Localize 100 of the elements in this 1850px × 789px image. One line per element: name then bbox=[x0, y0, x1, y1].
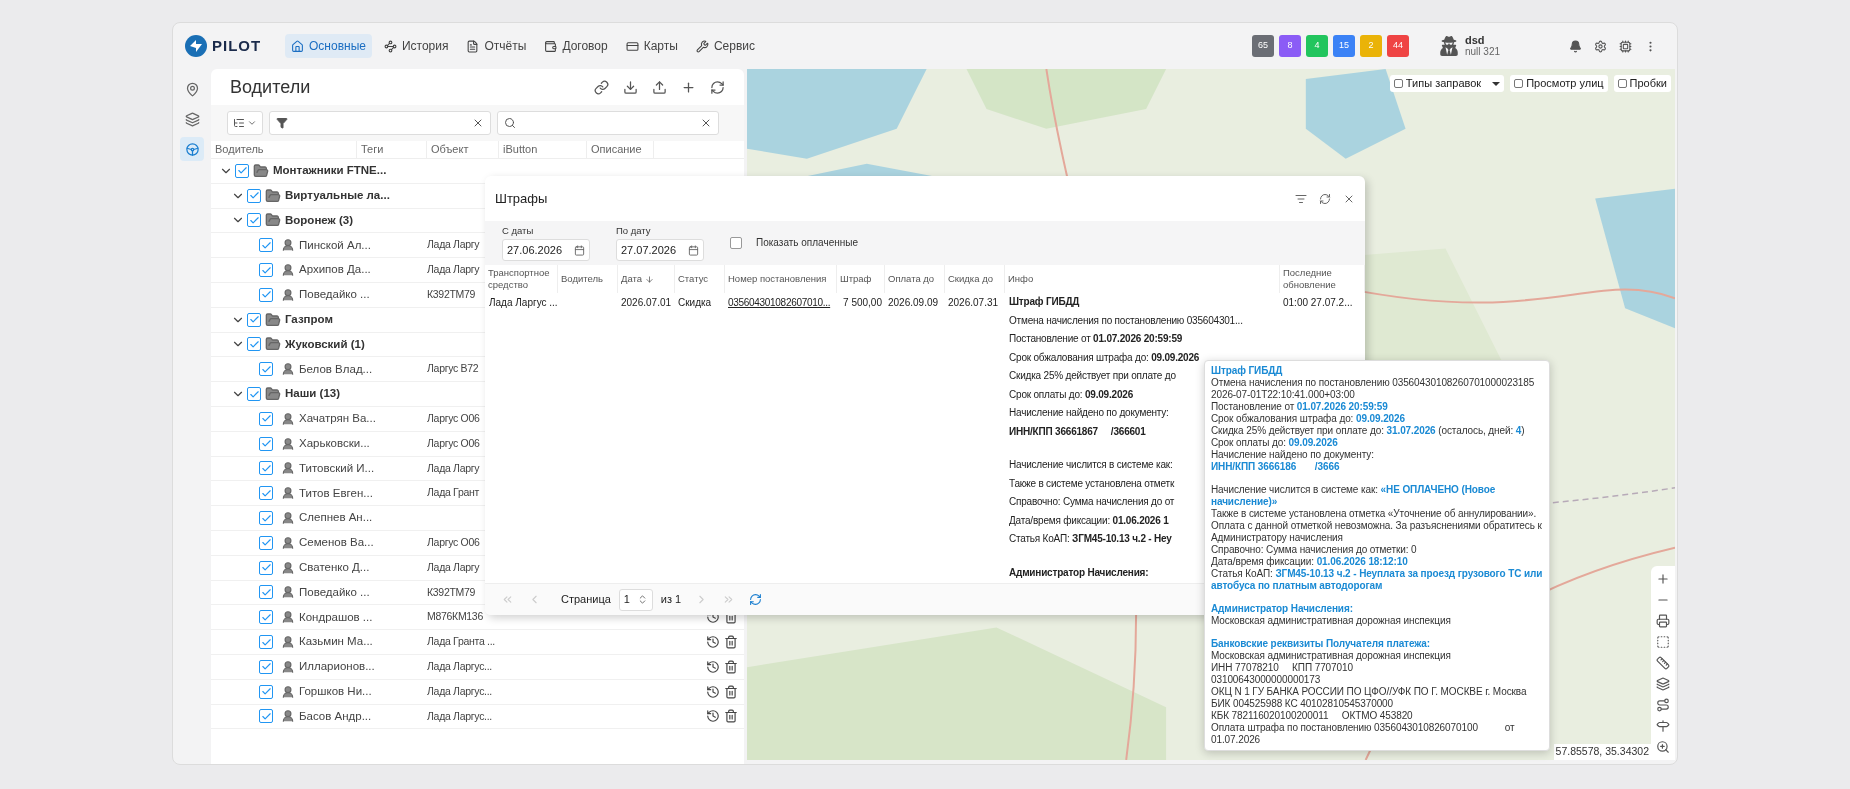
column-header[interactable]: Теги bbox=[357, 141, 427, 158]
checkbox[interactable] bbox=[259, 287, 273, 302]
printer-icon[interactable] bbox=[1656, 614, 1670, 628]
group-name[interactable]: Наши (13) bbox=[285, 385, 340, 403]
history-icon[interactable] bbox=[706, 635, 720, 650]
checkbox[interactable] bbox=[1514, 79, 1524, 88]
page-field[interactable]: 1 bbox=[618, 588, 653, 611]
nav-tab[interactable]: Договор bbox=[538, 34, 614, 58]
map-toggle[interactable]: Типы заправок bbox=[1389, 75, 1505, 92]
bell-icon[interactable] bbox=[1569, 39, 1582, 53]
delete-icon[interactable] bbox=[724, 709, 738, 724]
count-badge[interactable]: 15 bbox=[1333, 35, 1355, 57]
history-icon[interactable] bbox=[706, 659, 720, 674]
delete-icon[interactable] bbox=[724, 684, 738, 699]
signpost-icon[interactable] bbox=[1656, 719, 1670, 733]
driver-name[interactable]: Поведайко ... bbox=[299, 286, 370, 304]
date-field[interactable]: 27.07.2026 bbox=[616, 239, 704, 261]
chip-icon[interactable] bbox=[1619, 39, 1632, 53]
driver-name[interactable]: Харьковски... bbox=[299, 435, 370, 453]
column-header[interactable]: Описание bbox=[587, 141, 654, 158]
column-header[interactable]: Транспортное средство bbox=[485, 265, 558, 293]
link-icon[interactable] bbox=[594, 79, 609, 95]
driver-name[interactable]: Титовский И... bbox=[299, 459, 375, 478]
checkbox[interactable] bbox=[247, 312, 261, 327]
driver-name[interactable]: Сватенко Д... bbox=[299, 559, 370, 577]
checkbox[interactable] bbox=[259, 411, 273, 426]
column-header[interactable]: Дата bbox=[618, 265, 675, 293]
checkbox[interactable] bbox=[1617, 79, 1627, 88]
caret-icon[interactable] bbox=[1492, 81, 1501, 86]
driver-name[interactable]: Семенов Ва... bbox=[299, 534, 374, 552]
driver-name[interactable]: Казьмин Ма... bbox=[299, 633, 373, 651]
group-name[interactable]: Виртуальные ла... bbox=[285, 187, 390, 205]
calendar-icon[interactable] bbox=[574, 244, 585, 256]
checkbox[interactable] bbox=[247, 337, 261, 352]
filter-field[interactable] bbox=[269, 111, 491, 135]
group-name[interactable]: Жуковский (1) bbox=[285, 335, 365, 354]
refresh-icon[interactable] bbox=[710, 79, 725, 95]
column-header[interactable]: Водитель bbox=[558, 265, 618, 293]
column-header[interactable]: Водитель bbox=[211, 141, 357, 158]
refresh-icon[interactable] bbox=[1319, 192, 1331, 205]
map-toggle[interactable]: Просмотр улиц bbox=[1510, 75, 1608, 92]
checkbox-label[interactable]: Показать оплаченные bbox=[756, 235, 858, 250]
settings-icon[interactable] bbox=[1594, 39, 1607, 53]
driver-name[interactable]: Горшков Ни... bbox=[299, 683, 372, 701]
search-icon[interactable] bbox=[1656, 740, 1670, 754]
checkbox[interactable] bbox=[259, 511, 273, 526]
delete-icon[interactable] bbox=[724, 659, 738, 674]
date-field[interactable]: 27.06.2026 bbox=[502, 239, 590, 261]
download-icon[interactable] bbox=[623, 79, 638, 95]
refresh-icon[interactable] bbox=[749, 593, 763, 606]
nav-tab[interactable]: Карты bbox=[619, 34, 684, 58]
column-header[interactable]: Номер постановления bbox=[725, 265, 837, 293]
column-header[interactable]: Скидка до bbox=[945, 265, 1005, 293]
map-toggle[interactable]: Пробки bbox=[1613, 75, 1671, 92]
nav-tab[interactable]: Отчёты bbox=[460, 34, 533, 58]
driver-name[interactable]: Архипов Да... bbox=[299, 261, 371, 279]
clear-icon[interactable] bbox=[472, 117, 484, 129]
route-icon[interactable] bbox=[1656, 698, 1670, 712]
history-icon[interactable] bbox=[706, 684, 720, 699]
nav-tab[interactable]: Сервис bbox=[689, 34, 761, 58]
checkbox[interactable] bbox=[259, 684, 273, 699]
add-icon[interactable] bbox=[681, 79, 696, 95]
group-name[interactable]: Воронеж (3) bbox=[285, 211, 353, 230]
checkbox[interactable] bbox=[730, 236, 742, 249]
checkbox[interactable] bbox=[259, 238, 273, 253]
ruler-icon[interactable] bbox=[1656, 656, 1670, 670]
tree-view-dropdown[interactable] bbox=[227, 111, 263, 135]
checkbox[interactable] bbox=[1393, 79, 1403, 88]
checkbox[interactable] bbox=[259, 709, 273, 724]
checkbox[interactable] bbox=[259, 535, 273, 550]
checkbox[interactable] bbox=[247, 213, 261, 228]
column-header[interactable]: Последние обновление bbox=[1280, 265, 1365, 293]
group-name[interactable]: Монтажники FTNE... bbox=[273, 162, 387, 180]
nav-tab[interactable]: История bbox=[377, 34, 455, 58]
checkbox[interactable] bbox=[259, 486, 273, 501]
zoom-in-icon[interactable] bbox=[1656, 572, 1670, 586]
layers-icon[interactable] bbox=[1656, 677, 1670, 691]
calendar-icon[interactable] bbox=[688, 244, 699, 256]
checkbox[interactable] bbox=[259, 635, 273, 650]
checkbox[interactable] bbox=[259, 263, 273, 278]
checkbox[interactable] bbox=[259, 362, 273, 377]
column-header[interactable]: iButton bbox=[499, 141, 587, 158]
column-header[interactable]: Оплата до bbox=[885, 265, 945, 293]
column-header[interactable]: Статус bbox=[675, 265, 725, 293]
upload-icon[interactable] bbox=[652, 79, 667, 95]
driver-name[interactable]: Слепнев Ан... bbox=[299, 509, 373, 527]
checkbox[interactable] bbox=[259, 436, 273, 451]
checkbox[interactable] bbox=[259, 585, 273, 600]
checkbox[interactable] bbox=[259, 610, 273, 625]
count-badge[interactable]: 65 bbox=[1252, 35, 1274, 57]
driver-name[interactable]: Хачатрян Ва... bbox=[299, 410, 376, 428]
checkbox[interactable] bbox=[259, 461, 273, 476]
list-filter-icon[interactable] bbox=[1295, 192, 1307, 205]
checkbox[interactable] bbox=[259, 560, 273, 575]
count-badge[interactable]: 44 bbox=[1387, 35, 1409, 57]
user-icon[interactable] bbox=[1439, 36, 1459, 56]
driver-name[interactable]: Илларионов... bbox=[299, 658, 375, 676]
column-header[interactable]: Объект bbox=[427, 141, 499, 158]
search-field[interactable] bbox=[497, 111, 719, 135]
sort-icon[interactable] bbox=[645, 274, 655, 284]
